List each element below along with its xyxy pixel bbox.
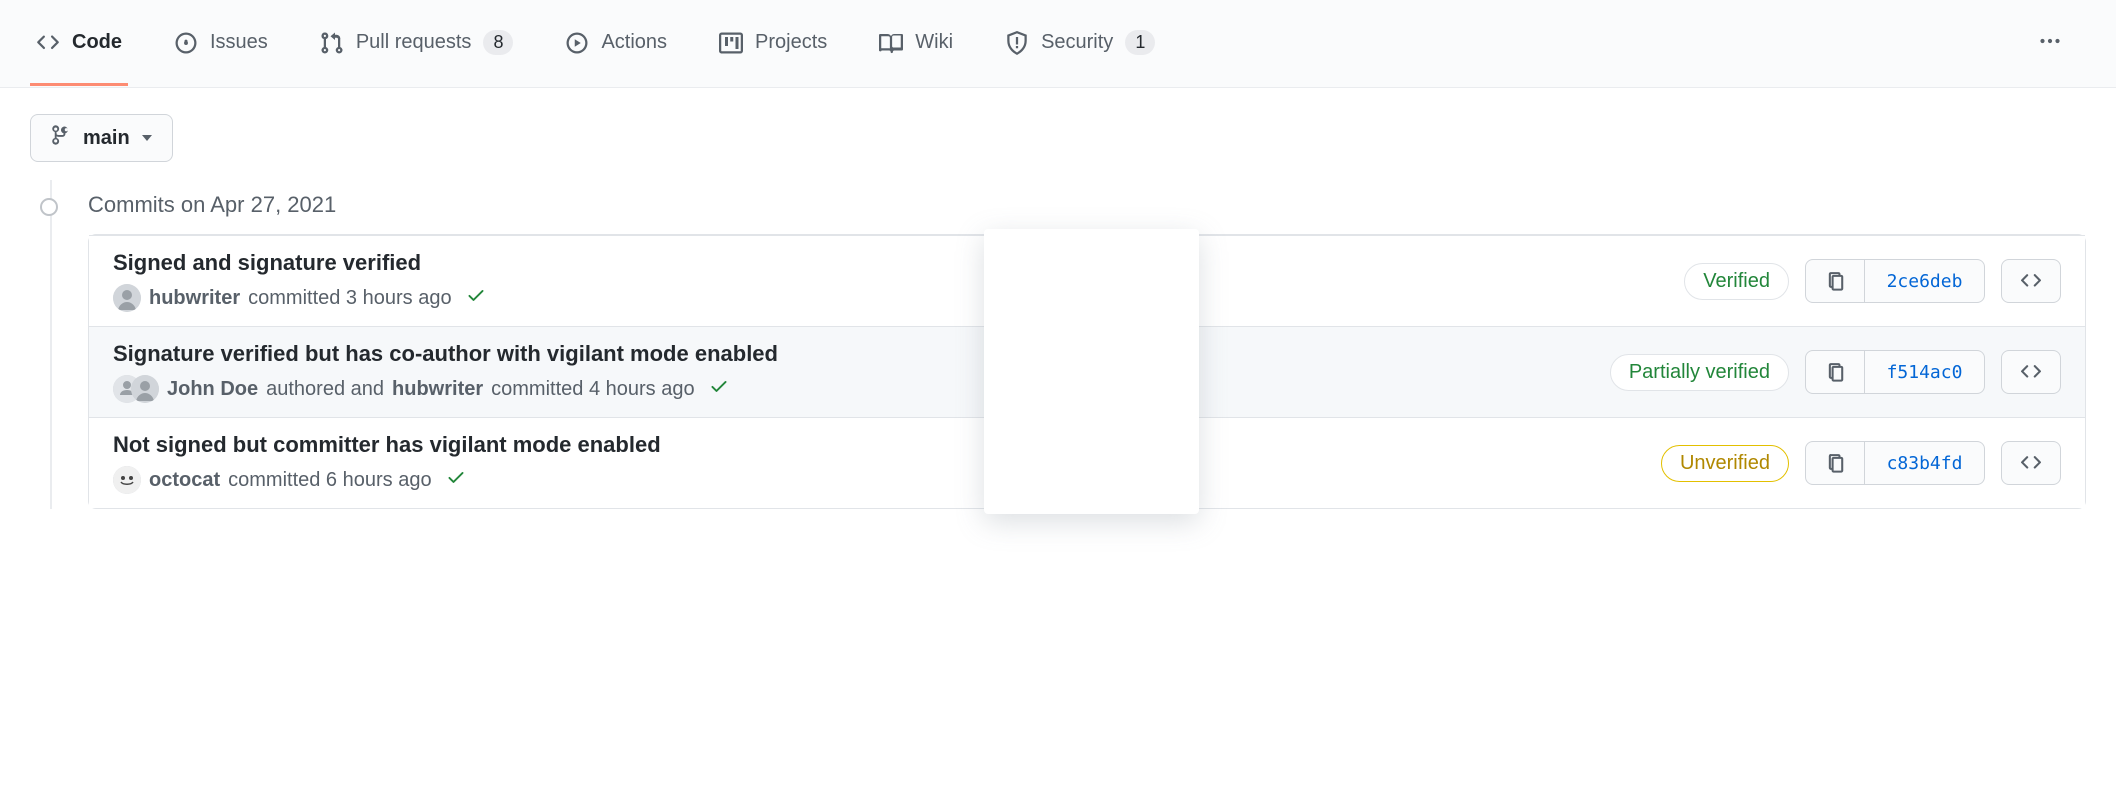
- verification-badge[interactable]: Verified: [1684, 263, 1789, 300]
- commit-time: committed 6 hours ago: [228, 469, 431, 492]
- check-icon[interactable]: [709, 376, 729, 402]
- tab-security[interactable]: Security 1: [999, 2, 1161, 86]
- book-icon: [879, 31, 903, 55]
- code-icon: [36, 31, 60, 55]
- security-count: 1: [1125, 30, 1155, 55]
- tab-label: Pull requests: [356, 31, 472, 54]
- commit-row: Signed and signature verified hubwriter …: [89, 235, 2085, 326]
- commit-list: Signed and signature verified hubwriter …: [88, 234, 2086, 509]
- commit-title[interactable]: Signature verified but has co-author wit…: [113, 341, 1610, 367]
- verification-badge[interactable]: Unverified: [1661, 445, 1789, 482]
- avatar: [131, 375, 159, 403]
- branch-select-button[interactable]: main: [30, 114, 173, 162]
- commit-time: committed 3 hours ago: [248, 287, 451, 310]
- caret-down-icon: [142, 135, 152, 141]
- tab-actions[interactable]: Actions: [559, 3, 673, 86]
- author-link[interactable]: hubwriter: [149, 287, 240, 310]
- meta-text: authored and: [266, 378, 384, 401]
- sha-link[interactable]: c83b4fd: [1865, 441, 1985, 485]
- commit-title[interactable]: Signed and signature verified: [113, 250, 1684, 276]
- timeline-marker: [40, 198, 58, 216]
- avatar[interactable]: [113, 284, 141, 312]
- copy-sha-button[interactable]: [1805, 350, 1865, 394]
- commit-meta: octocat committed 6 hours ago: [113, 466, 1661, 494]
- tab-code[interactable]: Code: [30, 3, 128, 86]
- issues-icon: [174, 31, 198, 55]
- sha-button-group: f514ac0: [1805, 350, 1985, 394]
- browse-repo-button[interactable]: [2001, 350, 2061, 394]
- branch-name: main: [83, 127, 130, 150]
- sha-button-group: c83b4fd: [1805, 441, 1985, 485]
- tab-pulls[interactable]: Pull requests 8: [314, 2, 520, 86]
- avatar-pair[interactable]: [113, 375, 159, 403]
- commits-timeline: Commits on Apr 27, 2021 Signed and signa…: [30, 192, 2086, 509]
- commit-meta: hubwriter committed 3 hours ago: [113, 284, 1684, 312]
- commit-meta: John Doe authored and hubwriter committe…: [113, 375, 1610, 403]
- repo-nav: Code Issues Pull requests 8 Actions Proj…: [0, 0, 2116, 88]
- pull-request-icon: [320, 31, 344, 55]
- commit-time: committed 4 hours ago: [491, 378, 694, 401]
- branch-icon: [51, 125, 71, 151]
- check-icon[interactable]: [446, 467, 466, 493]
- timeline-line: [50, 180, 52, 509]
- tab-issues[interactable]: Issues: [168, 3, 274, 86]
- commit-row: Signature verified but has co-author wit…: [89, 326, 2085, 417]
- browse-repo-button[interactable]: [2001, 441, 2061, 485]
- author-link[interactable]: John Doe: [167, 378, 258, 401]
- tab-label: Security: [1041, 31, 1113, 54]
- author-link[interactable]: octocat: [149, 469, 220, 492]
- avatar[interactable]: [113, 466, 141, 494]
- tab-label: Wiki: [915, 31, 953, 54]
- copy-sha-button[interactable]: [1805, 259, 1865, 303]
- sha-link[interactable]: f514ac0: [1865, 350, 1985, 394]
- browse-repo-button[interactable]: [2001, 259, 2061, 303]
- tab-projects[interactable]: Projects: [713, 3, 833, 86]
- tab-label: Projects: [755, 31, 827, 54]
- verification-badge[interactable]: Partially verified: [1610, 354, 1789, 391]
- tab-label: Code: [72, 31, 122, 54]
- commit-row: Not signed but committer has vigilant mo…: [89, 417, 2085, 508]
- sha-link[interactable]: 2ce6deb: [1865, 259, 1985, 303]
- more-menu-button[interactable]: [2030, 21, 2070, 67]
- shield-icon: [1005, 31, 1029, 55]
- projects-icon: [719, 31, 743, 55]
- copy-sha-button[interactable]: [1805, 441, 1865, 485]
- sha-button-group: 2ce6deb: [1805, 259, 1985, 303]
- commits-date-heading: Commits on Apr 27, 2021: [88, 192, 2086, 218]
- tab-label: Actions: [601, 31, 667, 54]
- content: main Commits on Apr 27, 2021 Signed and …: [0, 88, 2116, 535]
- tab-wiki[interactable]: Wiki: [873, 3, 959, 86]
- check-icon[interactable]: [466, 285, 486, 311]
- pulls-count: 8: [483, 30, 513, 55]
- committer-link[interactable]: hubwriter: [392, 378, 483, 401]
- commit-title[interactable]: Not signed but committer has vigilant mo…: [113, 432, 1661, 458]
- tab-label: Issues: [210, 31, 268, 54]
- actions-icon: [565, 31, 589, 55]
